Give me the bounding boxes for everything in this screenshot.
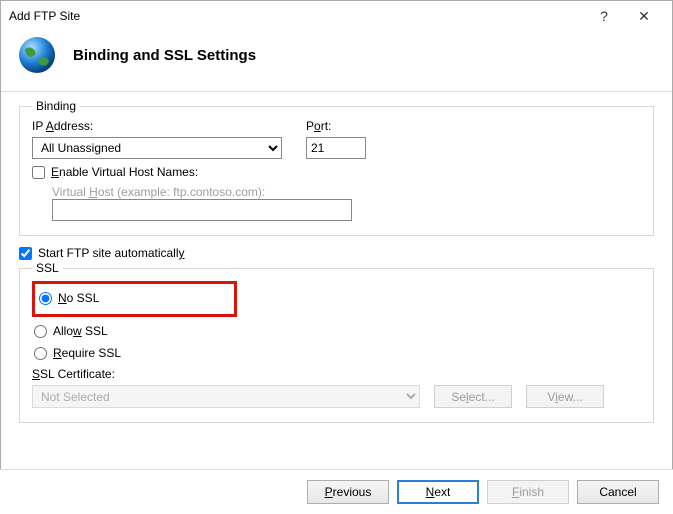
ip-address-select[interactable]: All Unassigned: [32, 137, 282, 159]
require-ssl-radio[interactable]: [34, 347, 47, 360]
next-button[interactable]: Next: [397, 480, 479, 504]
select-cert-button: Select...: [434, 385, 512, 408]
ip-address-label: IP Address:: [32, 119, 282, 133]
enable-virtual-host-label: Enable Virtual Host Names:: [51, 165, 198, 179]
require-ssl-label: Require SSL: [53, 346, 121, 360]
page-title: Binding and SSL Settings: [73, 47, 256, 64]
allow-ssl-radio[interactable]: [34, 325, 47, 338]
enable-virtual-host-checkbox[interactable]: [32, 166, 45, 179]
globe-icon: [17, 35, 57, 75]
allow-ssl-label: Allow SSL: [53, 324, 108, 338]
ssl-group: SSL No SSL Allow SSL Require SSL SSL Cer…: [19, 268, 654, 423]
start-automatically-checkbox[interactable]: [19, 247, 32, 260]
no-ssl-label: No SSL: [58, 291, 99, 305]
ssl-cert-label: SSL Certificate:: [32, 367, 641, 381]
port-input[interactable]: [306, 137, 366, 159]
no-ssl-radio[interactable]: [39, 292, 52, 305]
window-title: Add FTP Site: [9, 9, 584, 23]
finish-button: Finish: [487, 480, 569, 504]
cancel-button[interactable]: Cancel: [577, 480, 659, 504]
wizard-content: Binding IP Address: All Unassigned Port:…: [1, 92, 672, 439]
title-bar: Add FTP Site ? ✕: [1, 1, 672, 31]
binding-legend: Binding: [32, 99, 80, 113]
close-button[interactable]: ✕: [624, 2, 664, 30]
ssl-cert-select: Not Selected: [32, 385, 420, 408]
port-label: Port:: [306, 119, 366, 133]
previous-button[interactable]: Previous: [307, 480, 389, 504]
virtual-host-input: [52, 199, 352, 221]
virtual-host-label: Virtual Host (example: ftp.contoso.com):: [52, 185, 641, 199]
help-button[interactable]: ?: [584, 2, 624, 30]
wizard-footer: Previous Next Finish Cancel: [0, 469, 673, 514]
no-ssl-highlight: No SSL: [32, 281, 237, 317]
wizard-header: Binding and SSL Settings: [1, 31, 672, 91]
binding-group: Binding IP Address: All Unassigned Port:…: [19, 106, 654, 236]
start-automatically-label: Start FTP site automatically: [38, 246, 185, 260]
view-cert-button: View...: [526, 385, 604, 408]
ssl-legend: SSL: [32, 261, 63, 275]
